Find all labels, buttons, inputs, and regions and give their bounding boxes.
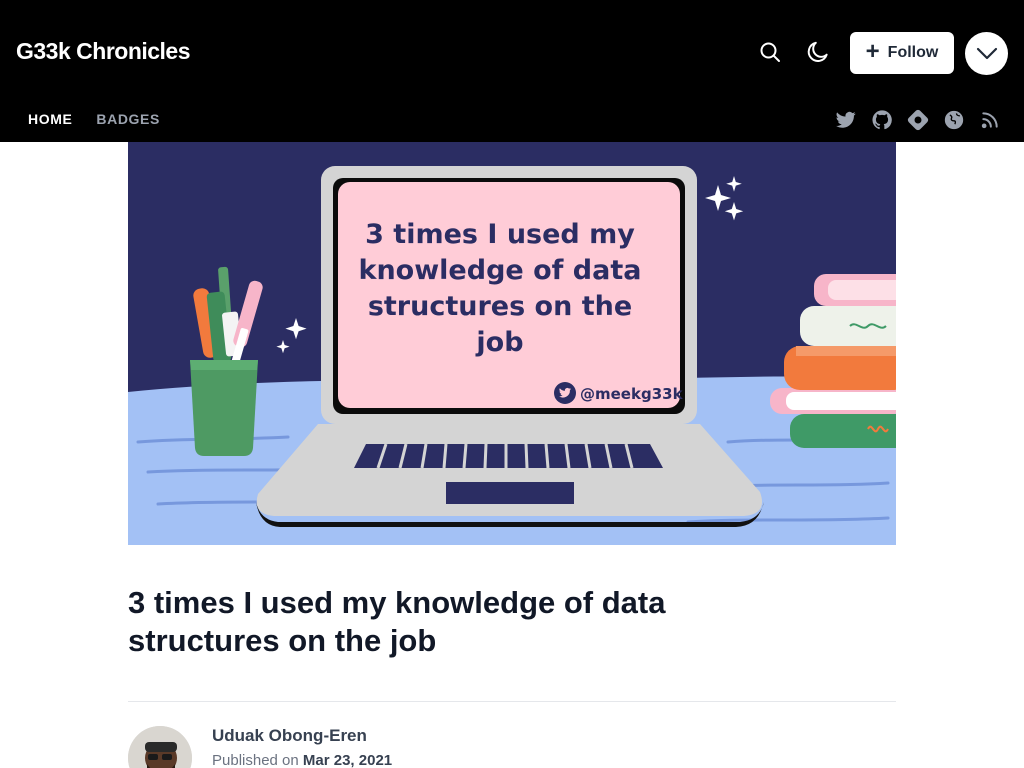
post-title: 3 times I used my knowledge of data stru… [128,585,666,658]
cover-headline-line-3: structures on the [368,291,632,322]
hashnode-icon[interactable] [906,108,930,132]
github-icon[interactable] [870,108,894,132]
rss-icon[interactable] [978,108,1002,132]
chevron-down-icon [976,47,997,59]
author-name[interactable]: Uduak Obong-Eren [212,726,367,746]
avatar[interactable] [128,726,192,768]
blog-header: G33k Chronicles + Follow HOME BADGES [0,0,1024,142]
cover-headline-line-1: 3 times I used my [365,219,635,250]
published-date: Mar 23, 2021 [302,752,393,768]
cover-handle: @meekg33k [580,385,684,403]
twitter-icon[interactable] [834,108,858,132]
cover-illustration: 3 times I used my knowledge of data stru… [128,142,896,545]
cover-headline-line-4: job [475,327,523,358]
cover-image: 3 times I used my knowledge of data stru… [128,142,896,545]
blog-name[interactable]: G33k Chronicles [16,38,191,65]
blog-nav: HOME BADGES [16,102,172,138]
moon-icon[interactable] [804,38,832,66]
globe-icon[interactable] [942,108,966,132]
published-prefix: Published on [212,752,299,768]
cover-headline-line-2: knowledge of data [359,255,642,286]
publish-info: Published on Mar 23, 2021 [212,752,392,768]
plus-icon: + [865,38,880,65]
follow-button[interactable]: + Follow [850,32,954,74]
divider [128,701,896,702]
profile-menu-button[interactable] [965,32,1008,75]
nav-badges[interactable]: BADGES [84,102,172,138]
nav-home[interactable]: HOME [16,102,84,138]
search-icon[interactable] [756,38,784,66]
follow-label: Follow [887,44,939,61]
